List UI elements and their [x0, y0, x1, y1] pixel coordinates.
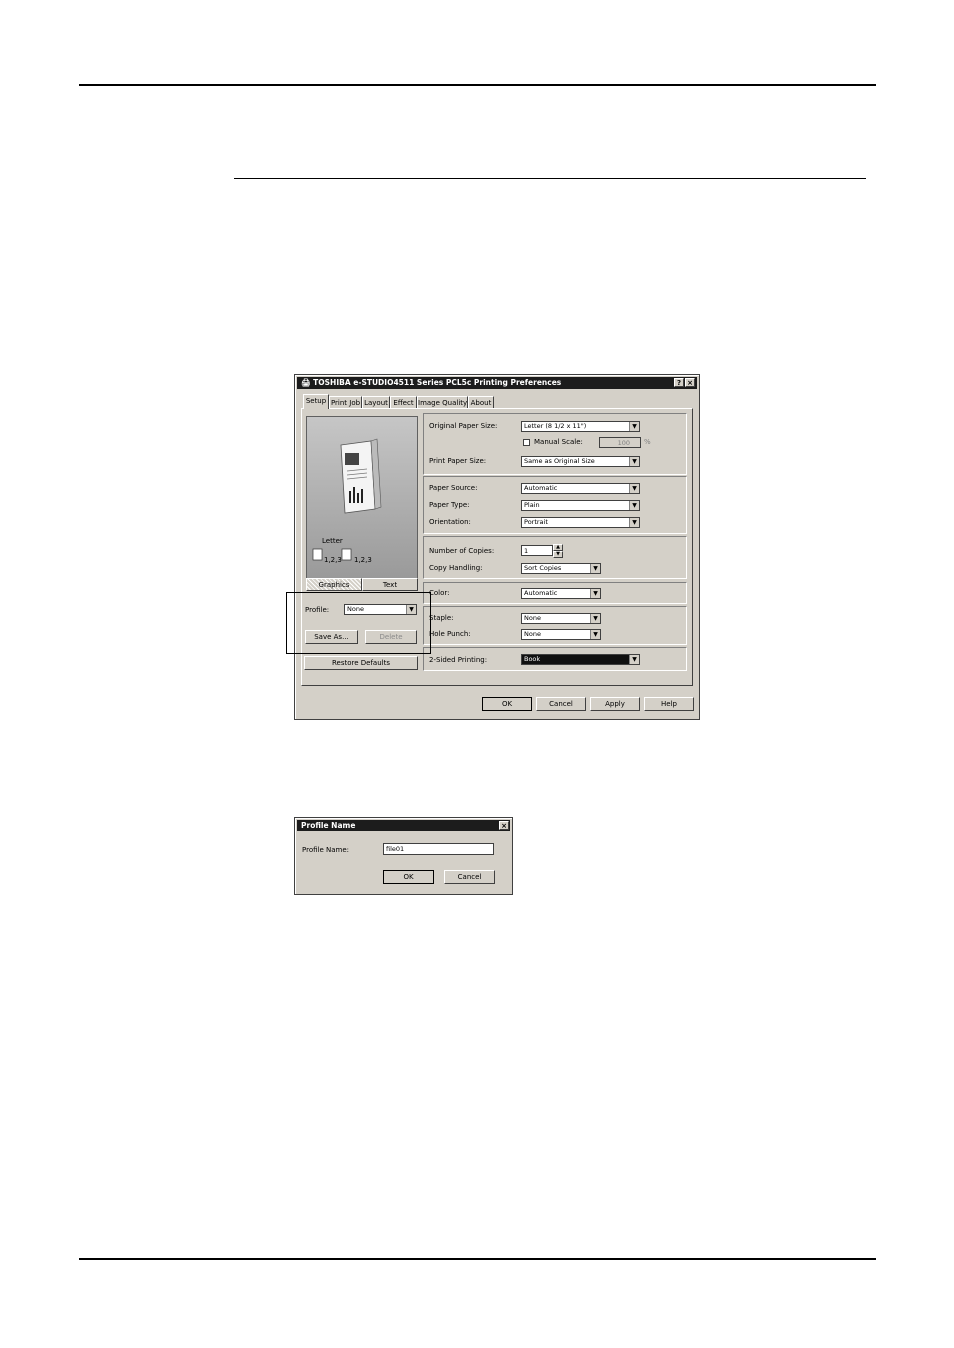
cancel-button[interactable]: Cancel	[536, 697, 586, 711]
profile-name-label: Profile Name:	[302, 846, 350, 854]
color-label: Color:	[429, 589, 450, 597]
print-paper-size-value: Same as Original Size	[524, 457, 595, 465]
ok-button[interactable]: OK	[482, 697, 532, 711]
chevron-down-icon[interactable]: ▼	[590, 614, 600, 623]
copies-down-button[interactable]: ▼	[553, 551, 563, 558]
print-paper-size-label: Print Paper Size:	[429, 457, 487, 465]
graphics-view-tab[interactable]: Graphics	[306, 578, 362, 591]
hole-punch-select[interactable]: None ▼	[521, 629, 601, 640]
page-preview: Letter 1,2,3 1,2,3	[306, 416, 418, 579]
tab-print-job[interactable]: Print Job	[329, 396, 362, 408]
orientation-select[interactable]: Portrait ▼	[521, 517, 640, 528]
profile-ok-button[interactable]: OK	[383, 870, 434, 884]
chevron-down-icon[interactable]: ▼	[629, 457, 639, 466]
paper-type-label: Paper Type:	[429, 501, 470, 509]
paper-size-caption: Letter	[322, 537, 343, 545]
text-view-tab[interactable]: Text	[362, 578, 418, 591]
orientation-label: Orientation:	[429, 518, 471, 526]
number-of-copies-value: 1	[524, 547, 529, 555]
profile-cancel-button[interactable]: Cancel	[444, 870, 495, 884]
orientation-value: Portrait	[524, 518, 548, 526]
print-paper-size-select[interactable]: Same as Original Size ▼	[521, 456, 640, 467]
tab-image-quality[interactable]: Image Quality	[417, 396, 468, 408]
original-paper-size-select[interactable]: Letter (8 1/2 x 11") ▼	[521, 421, 640, 432]
staple-value: None	[524, 614, 541, 622]
tab-about[interactable]: About	[468, 396, 494, 408]
tab-setup[interactable]: Setup	[303, 394, 329, 409]
restore-defaults-button[interactable]: Restore Defaults	[304, 656, 418, 670]
paper-size-group: Original Paper Size: Letter (8 1/2 x 11"…	[423, 413, 687, 475]
manual-scale-checkbox[interactable]	[523, 439, 530, 446]
copy-handling-select[interactable]: Sort Copies ▼	[521, 563, 601, 574]
two-sided-printing-value: Book	[524, 655, 541, 663]
staple-label: Staple:	[429, 614, 454, 622]
top-rule	[79, 84, 876, 86]
profile-name-input[interactable]: file01	[383, 843, 494, 855]
profile-name-value: file01	[386, 845, 405, 853]
chevron-down-icon[interactable]: ▼	[629, 518, 639, 527]
original-paper-size-label: Original Paper Size:	[429, 422, 498, 430]
chevron-down-icon[interactable]: ▼	[590, 564, 600, 573]
chevron-down-icon[interactable]: ▼	[629, 484, 639, 493]
manual-scale-unit: %	[644, 438, 651, 446]
color-select[interactable]: Automatic ▼	[521, 588, 601, 599]
staple-select[interactable]: None ▼	[521, 613, 601, 624]
dialog-titlebar: 🖨 TOSHIBA e-STUDIO4511 Series PCL5c Prin…	[297, 377, 697, 389]
paper-type-value: Plain	[524, 501, 540, 509]
profile-name-dialog: Profile Name × Profile Name: file01 OK C…	[294, 817, 513, 895]
paper-source-group: Paper Source: Automatic ▼ Paper Type: Pl…	[423, 476, 687, 534]
manual-scale-label: Manual Scale:	[534, 438, 583, 446]
collate-label-b: 1,2,3	[354, 556, 372, 564]
manual-scale-input[interactable]: 100	[599, 437, 641, 448]
collate-label-a: 1,2,3	[324, 556, 342, 564]
chevron-down-icon[interactable]: ▼	[590, 630, 600, 639]
profile-dialog-title: Profile Name	[301, 821, 356, 830]
finishing-group: Staple: None ▼ Hole Punch: None ▼	[423, 606, 687, 645]
hole-punch-value: None	[524, 630, 541, 638]
color-group: Color: Automatic ▼	[423, 582, 687, 604]
profile-highlight-box	[286, 592, 431, 654]
copy-handling-label: Copy Handling:	[429, 564, 483, 572]
hole-punch-label: Hole Punch:	[429, 630, 471, 638]
profile-dialog-titlebar: Profile Name ×	[297, 820, 510, 831]
original-paper-size-value: Letter (8 1/2 x 11")	[524, 422, 587, 430]
number-of-copies-input[interactable]: 1	[521, 545, 553, 556]
chevron-down-icon[interactable]: ▼	[590, 589, 600, 598]
two-sided-printing-label: 2-Sided Printing:	[429, 656, 488, 664]
two-sided-group: 2-Sided Printing: Book ▼	[423, 647, 687, 671]
apply-button[interactable]: Apply	[590, 697, 640, 711]
chevron-down-icon[interactable]: ▼	[629, 655, 639, 664]
tab-effect[interactable]: Effect	[390, 396, 417, 408]
dialog-title: TOSHIBA e-STUDIO4511 Series PCL5c Printi…	[313, 378, 562, 387]
number-of-copies-label: Number of Copies:	[429, 547, 495, 555]
printing-preferences-dialog: 🖨 TOSHIBA e-STUDIO4511 Series PCL5c Prin…	[294, 374, 700, 720]
paper-source-value: Automatic	[524, 484, 558, 492]
tab-layout[interactable]: Layout	[362, 396, 390, 408]
paper-type-select[interactable]: Plain ▼	[521, 500, 640, 511]
close-icon[interactable]: ×	[499, 821, 509, 830]
section-rule	[234, 178, 866, 179]
copies-up-button[interactable]: ▲	[553, 544, 563, 551]
color-value: Automatic	[524, 589, 558, 597]
copies-group: Number of Copies: 1 ▲ ▼ Copy Handling: S…	[423, 536, 687, 579]
copy-handling-value: Sort Copies	[524, 564, 562, 572]
printer-icon: 🖨	[301, 378, 311, 387]
two-sided-printing-select[interactable]: Book ▼	[521, 654, 640, 665]
help-title-button[interactable]: ?	[674, 378, 684, 387]
chevron-down-icon[interactable]: ▼	[629, 501, 639, 510]
paper-source-label: Paper Source:	[429, 484, 478, 492]
close-title-button[interactable]: ×	[685, 378, 695, 387]
manual-scale-value: 100	[617, 439, 630, 447]
paper-source-select[interactable]: Automatic ▼	[521, 483, 640, 494]
chevron-down-icon[interactable]: ▼	[629, 422, 639, 431]
help-button[interactable]: Help	[644, 697, 694, 711]
bottom-rule	[79, 1258, 876, 1260]
